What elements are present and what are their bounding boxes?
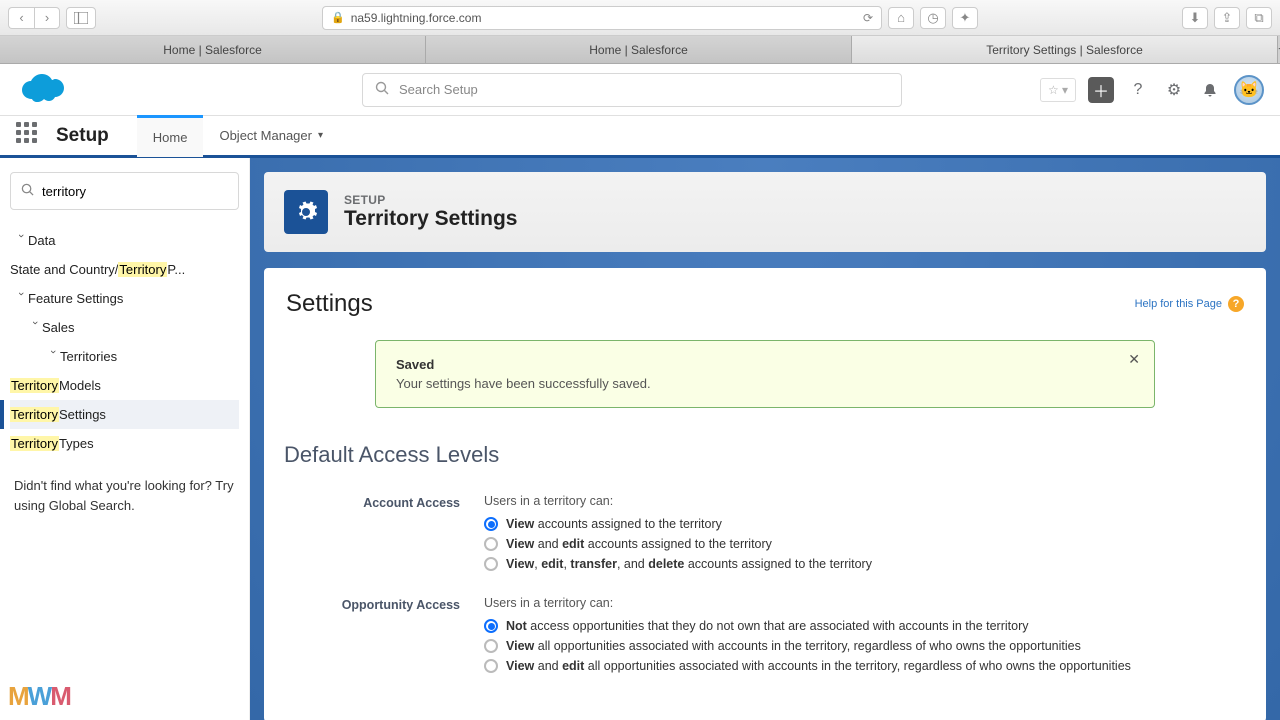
option-label: View and edit all opportunities associat… xyxy=(506,659,1131,673)
tree-leaf-territory-models[interactable]: Territory Models xyxy=(10,371,239,400)
tree-node-sales[interactable]: ›Sales xyxy=(10,313,239,342)
chevron-icon: › xyxy=(15,234,27,248)
panel-icon xyxy=(74,12,88,24)
tree-label: Sales xyxy=(42,320,75,335)
search-placeholder: Search Setup xyxy=(399,82,478,97)
help-icon[interactable]: ? xyxy=(1126,78,1150,102)
option-label: View and edit accounts assigned to the t… xyxy=(506,537,772,551)
banner-close-button[interactable]: ✕ xyxy=(1128,351,1140,368)
nav-tab-label: Object Manager xyxy=(219,128,312,143)
radio-icon xyxy=(484,537,498,551)
watermark-logo: MWM xyxy=(8,681,70,712)
banner-message: Your settings have been successfully sav… xyxy=(396,376,1134,391)
sidebar-toggle-button[interactable] xyxy=(66,7,96,29)
lock-icon: 🔒 xyxy=(331,11,345,24)
setup-sidebar: ›Data State and Country/Territory P... ›… xyxy=(0,158,250,720)
radio-icon xyxy=(484,557,498,571)
bookmark-button[interactable]: ✦ xyxy=(952,7,978,29)
chevron-icon: › xyxy=(47,350,59,364)
user-avatar[interactable]: 🐱 xyxy=(1234,75,1264,105)
browser-tab[interactable]: Home | Salesforce xyxy=(426,36,852,63)
nav-tab-home[interactable]: Home xyxy=(137,115,204,157)
downloads-button[interactable]: ⬇ xyxy=(1182,7,1208,29)
opportunity-access-hint: Users in a territory can: xyxy=(484,596,1246,610)
radio-icon xyxy=(484,639,498,653)
help-icon: ? xyxy=(1228,296,1244,312)
chevron-icon: › xyxy=(15,292,27,306)
account-access-option[interactable]: View and edit accounts assigned to the t… xyxy=(484,534,1246,554)
tree-leaf-territory-settings[interactable]: Territory Settings xyxy=(10,400,239,429)
search-icon xyxy=(21,183,34,199)
sidebar-search-input[interactable] xyxy=(42,184,228,199)
url-text: na59.lightning.force.com xyxy=(351,11,482,25)
tree-node-data[interactable]: ›Data xyxy=(10,226,239,255)
context-nav: Setup Home Object Manager ▾ xyxy=(0,116,1280,158)
opportunity-access-option[interactable]: Not access opportunities that they do no… xyxy=(484,616,1246,636)
url-bar[interactable]: 🔒 na59.lightning.force.com ⟳ xyxy=(322,6,882,30)
browser-toolbar: ‹ › 🔒 na59.lightning.force.com ⟳ ⌂ ◷ ✦ ⬇… xyxy=(0,0,1280,36)
global-actions-button[interactable]: ＋ xyxy=(1088,77,1114,103)
search-icon xyxy=(375,81,389,98)
radio-checked-icon xyxy=(484,619,498,633)
page-header: SETUP Territory Settings xyxy=(264,172,1266,252)
option-label: View accounts assigned to the territory xyxy=(506,517,722,531)
browser-tab[interactable]: Home | Salesforce xyxy=(0,36,426,63)
browser-tab-active[interactable]: Territory Settings | Salesforce xyxy=(852,36,1278,63)
sidebar-hint: Didn't find what you're looking for? Try… xyxy=(10,476,239,515)
browser-tab-strip: Home | Salesforce Home | Salesforce Terr… xyxy=(0,36,1280,64)
section-heading: Default Access Levels xyxy=(284,442,1266,468)
settings-panel: Settings Help for this Page ? Saved Your… xyxy=(264,268,1266,720)
account-access-hint: Users in a territory can: xyxy=(484,494,1246,508)
tree-label: Territories xyxy=(60,349,117,364)
global-search[interactable]: Search Setup xyxy=(362,73,902,107)
radio-icon xyxy=(484,659,498,673)
tree-leaf-state-country[interactable]: State and Country/Territory P... xyxy=(10,255,239,284)
page-eyebrow: SETUP xyxy=(344,193,517,207)
setup-gear-icon[interactable]: ⚙ xyxy=(1162,78,1186,102)
option-label: Not access opportunities that they do no… xyxy=(506,619,1029,633)
salesforce-logo xyxy=(16,71,72,109)
app-launcher-icon[interactable] xyxy=(16,122,44,150)
share-button[interactable]: ⇪ xyxy=(1214,7,1240,29)
account-access-row: Account Access Users in a territory can:… xyxy=(264,488,1266,590)
nav-tab-object-manager[interactable]: Object Manager ▾ xyxy=(203,115,339,157)
reload-icon[interactable]: ⟳ xyxy=(863,11,873,25)
help-link-text: Help for this Page xyxy=(1135,298,1222,310)
tree-node-feature-settings[interactable]: ›Feature Settings xyxy=(10,284,239,313)
tree-label: Data xyxy=(28,233,55,248)
help-link[interactable]: Help for this Page ? xyxy=(1135,296,1244,312)
account-access-option[interactable]: View accounts assigned to the territory xyxy=(484,514,1246,534)
tree-leaf-territory-types[interactable]: Territory Types xyxy=(10,429,239,458)
banner-title: Saved xyxy=(396,357,1134,372)
chevron-icon: › xyxy=(29,321,41,335)
notifications-icon[interactable] xyxy=(1198,78,1222,102)
chevron-down-icon: ▾ xyxy=(318,130,323,141)
opportunity-access-label: Opportunity Access xyxy=(284,596,484,676)
forward-button[interactable]: › xyxy=(34,7,60,29)
favorites-button[interactable]: ☆ ▾ xyxy=(1040,78,1076,102)
settings-heading: Settings xyxy=(286,290,373,318)
opportunity-access-option[interactable]: View all opportunities associated with a… xyxy=(484,636,1246,656)
home-button[interactable]: ⌂ xyxy=(888,7,914,29)
tabs-button[interactable]: ⧉ xyxy=(1246,7,1272,29)
opportunity-access-row: Opportunity Access Users in a territory … xyxy=(264,590,1266,692)
tree-label: Feature Settings xyxy=(28,291,123,306)
sidebar-search[interactable] xyxy=(10,172,239,210)
success-banner: Saved Your settings have been successful… xyxy=(375,340,1155,408)
back-button[interactable]: ‹ xyxy=(8,7,34,29)
account-access-label: Account Access xyxy=(284,494,484,574)
option-label: View all opportunities associated with a… xyxy=(506,639,1081,653)
app-header: Search Setup ☆ ▾ ＋ ? ⚙ 🐱 xyxy=(0,64,1280,116)
option-label: View, edit, transfer, and delete account… xyxy=(506,557,872,571)
history-button[interactable]: ◷ xyxy=(920,7,946,29)
radio-checked-icon xyxy=(484,517,498,531)
page-title: Territory Settings xyxy=(344,207,517,231)
app-name: Setup xyxy=(56,125,109,147)
content-area: SETUP Territory Settings Settings Help f… xyxy=(250,158,1280,720)
opportunity-access-option[interactable]: View and edit all opportunities associat… xyxy=(484,656,1246,676)
account-access-option[interactable]: View, edit, transfer, and delete account… xyxy=(484,554,1246,574)
gear-icon xyxy=(284,190,328,234)
tree-node-territories[interactable]: ›Territories xyxy=(10,342,239,371)
